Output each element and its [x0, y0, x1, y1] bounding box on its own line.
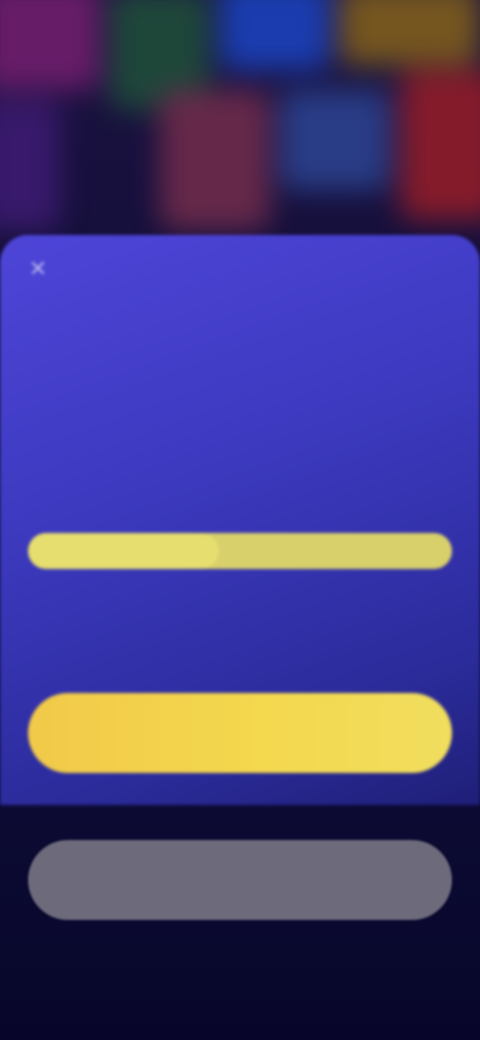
game-tile[interactable] [0, 100, 60, 230]
close-icon: ✕ [28, 256, 48, 281]
game-tile[interactable] [220, 0, 330, 70]
game-tile[interactable] [160, 90, 270, 230]
game-tile[interactable] [340, 0, 480, 65]
close-button[interactable]: ✕ [22, 253, 54, 285]
secondary-action-button[interactable] [28, 840, 452, 920]
game-tile[interactable] [280, 90, 390, 190]
progress-bar-fill [28, 533, 219, 569]
game-tile[interactable] [0, 0, 100, 90]
primary-action-button[interactable] [28, 693, 452, 773]
game-tile[interactable] [400, 70, 480, 220]
progress-bar [28, 533, 452, 569]
offer-modal: ✕ [0, 235, 480, 805]
app-screen: ✕ [0, 0, 480, 1040]
